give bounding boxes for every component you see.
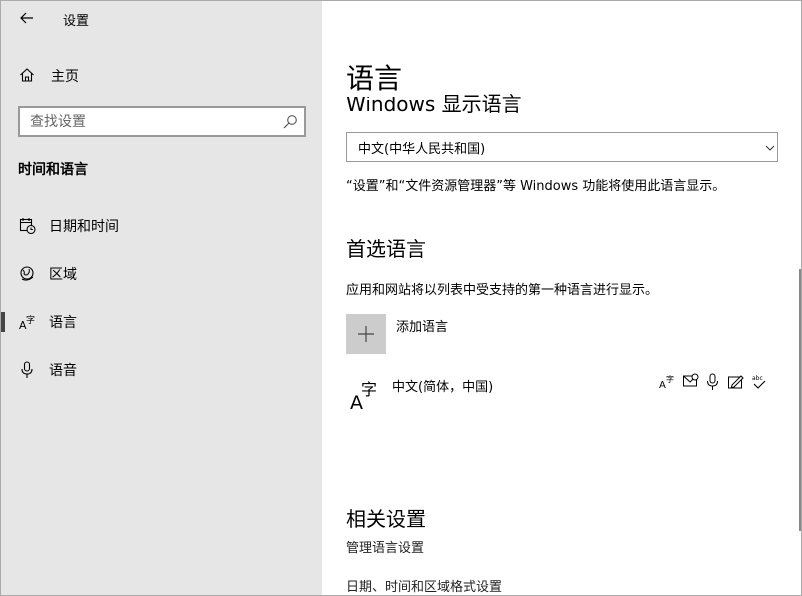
display-language-icon: A 字 (659, 374, 674, 391)
window-title: 设置 (63, 14, 90, 29)
settings-window: 设置 主页 时间和语言 日期和时间 (0, 0, 802, 596)
date-time-region-format-link[interactable]: 日期、时间和区域格式设置 (346, 576, 502, 595)
search-box (18, 106, 306, 137)
sidebar-item-label: 日期和时间 (49, 219, 119, 235)
sidebar-item-language[interactable]: A 字 语言 (1, 302, 322, 342)
add-language-label: 添加语言 (396, 320, 449, 335)
main-content: Windows 显示语言 语言 中文(中华人民共和国) “设置”和“文件资源管理… (322, 1, 801, 595)
preferred-languages-heading: 首选语言 (346, 237, 426, 261)
text-to-speech-icon (683, 373, 699, 387)
sidebar-item-label: 区域 (49, 267, 77, 283)
language-list-item[interactable]: A 字 中文(简体，中国) A 字 abc (346, 369, 778, 415)
language-icon: A 字 (19, 314, 35, 331)
display-language-description: “设置”和“文件资源管理器”等 Windows 功能将使用此语言显示。 (346, 179, 726, 194)
search-input[interactable] (20, 108, 270, 135)
sidebar-item-home-label: 主页 (51, 69, 79, 85)
sidebar-item-label: 语音 (49, 363, 77, 379)
back-button[interactable] (15, 7, 39, 29)
related-settings-heading: 相关设置 (346, 507, 426, 531)
svg-text:A: A (659, 380, 666, 391)
calendar-clock-icon (19, 218, 36, 235)
add-language-plus-box (346, 314, 386, 354)
manage-language-settings-link[interactable]: 管理语言设置 (346, 537, 424, 556)
display-language-value: 中文(中华人民共和国) (358, 142, 486, 157)
svg-text:字: 字 (26, 314, 35, 326)
search-icon[interactable] (282, 114, 298, 130)
sidebar-item-date-time[interactable]: 日期和时间 (1, 206, 322, 246)
sidebar-item-region[interactable]: 区域 (1, 254, 322, 294)
scrollbar[interactable] (799, 269, 801, 531)
language-item-label: 中文(简体，中国) (392, 380, 494, 395)
spell-check-icon: abc (752, 375, 766, 389)
display-language-select[interactable]: 中文(中华人民共和国) (346, 132, 778, 162)
sidebar-item-home[interactable]: 主页 (1, 59, 322, 91)
globe-region-icon (20, 266, 34, 281)
add-language-button[interactable]: 添加语言 (346, 314, 566, 354)
page-title: 语言 (346, 57, 413, 97)
speech-recognition-icon (707, 373, 718, 390)
sidebar-item-label: 语言 (49, 315, 77, 331)
active-indicator (1, 312, 5, 332)
home-icon (20, 68, 34, 82)
handwriting-icon (728, 375, 744, 389)
svg-text:abc: abc (752, 375, 763, 382)
svg-text:字: 字 (361, 380, 377, 399)
plus-icon (358, 326, 374, 342)
language-large-icon: A 字 (350, 380, 377, 411)
microphone-icon (21, 361, 33, 378)
chevron-down-icon (765, 145, 775, 151)
preferred-languages-description: 应用和网站将以列表中受支持的第一种语言进行显示。 (346, 283, 659, 298)
sidebar: 设置 主页 时间和语言 日期和时间 (1, 1, 322, 595)
sidebar-item-speech[interactable]: 语音 (1, 350, 322, 390)
back-arrow-icon (20, 12, 33, 24)
svg-text:字: 字 (666, 374, 674, 384)
sidebar-section-title: 时间和语言 (18, 162, 88, 178)
